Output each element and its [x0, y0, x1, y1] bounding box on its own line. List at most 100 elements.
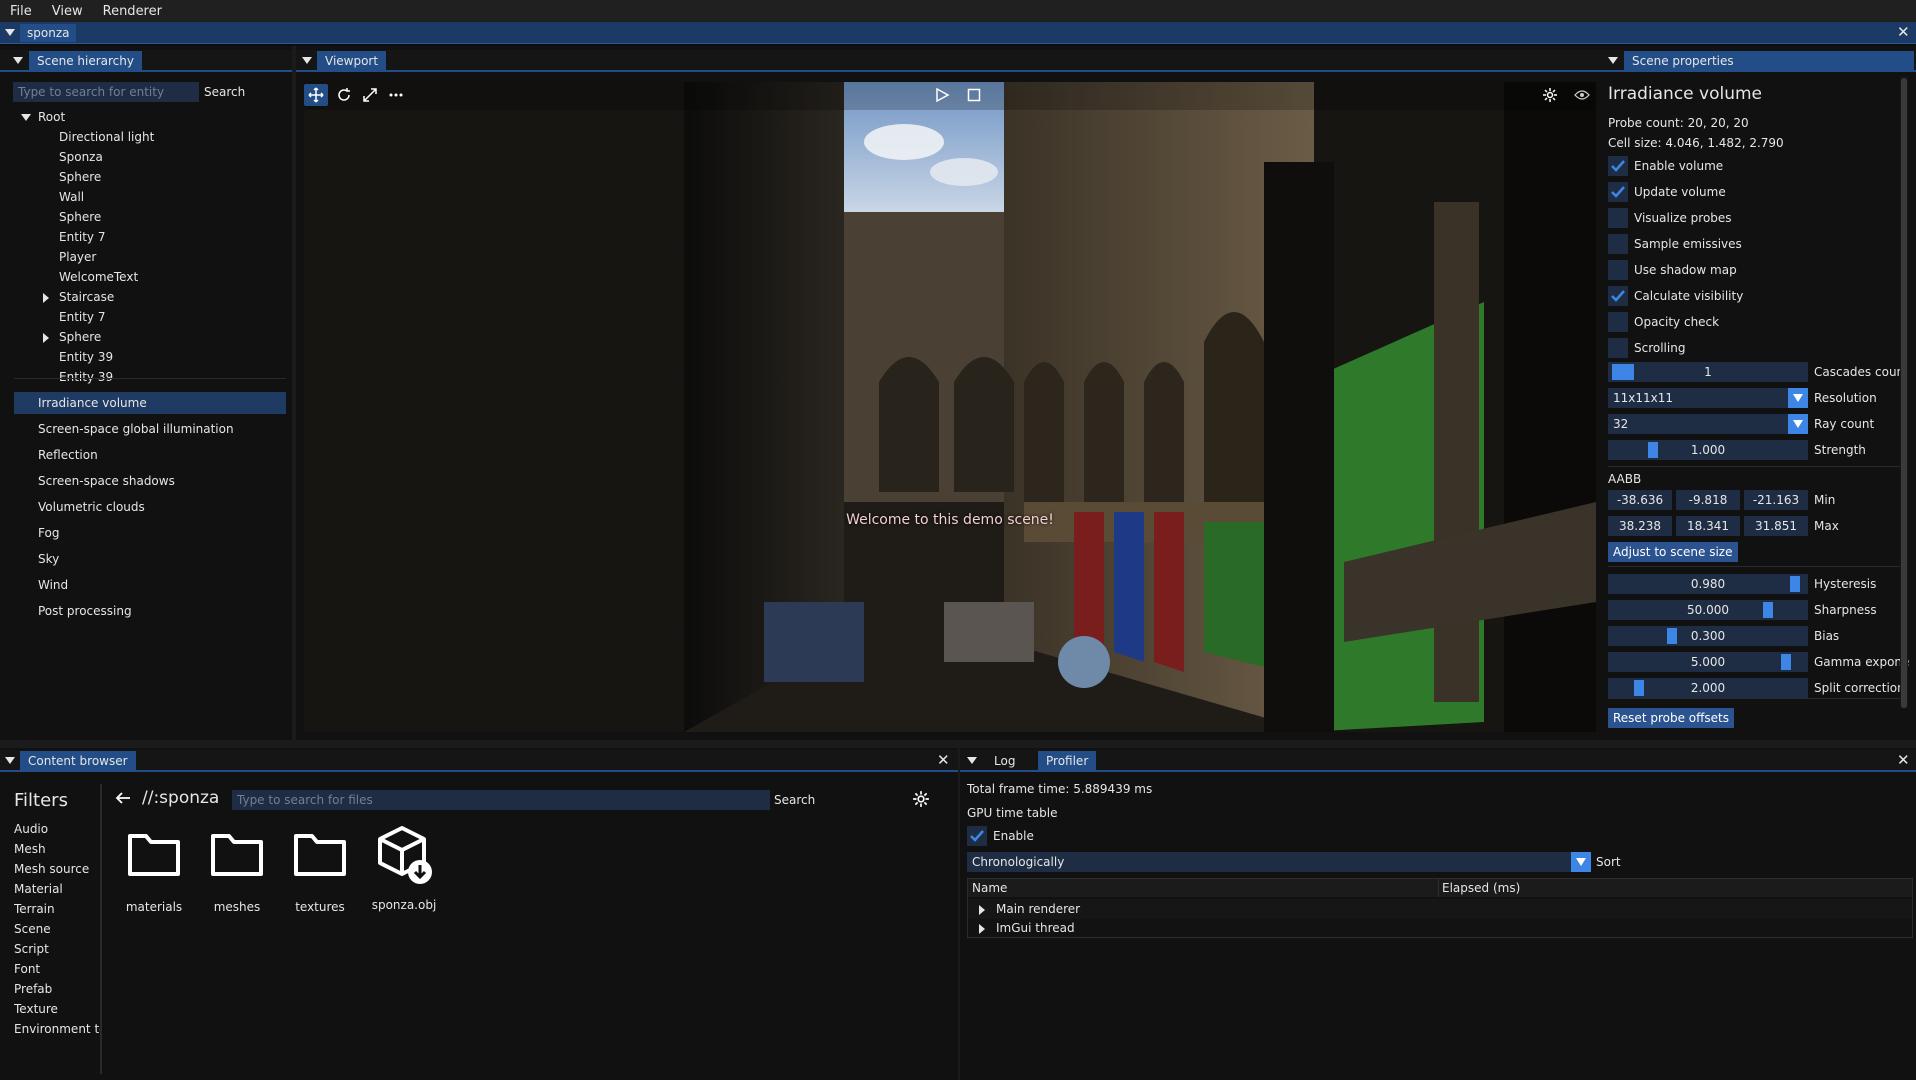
- file-search-button[interactable]: Search: [774, 793, 815, 807]
- entity-search-button[interactable]: Search: [204, 85, 245, 99]
- effect-item[interactable]: Irradiance volume: [14, 392, 286, 414]
- property-slider[interactable]: 5.000: [1608, 652, 1808, 672]
- viewport-settings-button[interactable]: [1538, 84, 1562, 106]
- strength-slider[interactable]: 1.000: [1608, 440, 1808, 460]
- effect-item[interactable]: Screen-space shadows: [14, 470, 286, 492]
- effect-item[interactable]: Volumetric clouds: [14, 496, 286, 518]
- rotate-tool-button[interactable]: [332, 84, 356, 106]
- slider-grab[interactable]: [1648, 442, 1658, 458]
- property-slider[interactable]: 50.000: [1608, 600, 1808, 620]
- collapse-triangle-icon[interactable]: [13, 57, 23, 64]
- table-row[interactable]: ImGui thread: [968, 919, 1912, 937]
- aabb-max-z[interactable]: 31.851: [1744, 516, 1808, 536]
- filter-item[interactable]: Prefab: [14, 982, 100, 996]
- tree-node[interactable]: Entity 39: [59, 370, 113, 384]
- filter-item[interactable]: Texture: [14, 1002, 100, 1016]
- effect-item[interactable]: Reflection: [14, 444, 286, 466]
- tab-content-browser[interactable]: Content browser: [20, 751, 136, 771]
- effect-item[interactable]: Sky: [14, 548, 286, 570]
- property-slider[interactable]: 2.000: [1608, 678, 1808, 698]
- tree-node[interactable]: Entity 39: [59, 350, 113, 364]
- aabb-min-y[interactable]: -9.818: [1676, 490, 1740, 510]
- tree-node[interactable]: Directional light: [59, 130, 154, 144]
- tree-node[interactable]: Sponza: [59, 150, 103, 164]
- tree-node[interactable]: Entity 7: [59, 310, 105, 324]
- filter-item[interactable]: Terrain: [14, 902, 100, 916]
- tab-scene-properties[interactable]: Scene properties: [1624, 51, 1914, 71]
- checkbox[interactable]: [1608, 182, 1628, 202]
- entity-search-input[interactable]: Type to search for entity: [13, 82, 199, 102]
- visibility-button[interactable]: [1570, 84, 1594, 106]
- tab-log[interactable]: Log: [986, 751, 1023, 771]
- slider-grab[interactable]: [1667, 628, 1677, 644]
- resolution-combo[interactable]: 11x11x11: [1608, 388, 1808, 408]
- expand-arrow-icon[interactable]: [979, 905, 985, 915]
- document-tab[interactable]: sponza: [20, 24, 77, 42]
- stop-button[interactable]: [962, 84, 986, 106]
- file-item-textures[interactable]: textures: [280, 828, 360, 914]
- property-slider[interactable]: 0.300: [1608, 626, 1808, 646]
- effect-item[interactable]: Fog: [14, 522, 286, 544]
- close-icon[interactable]: ✕: [1897, 752, 1910, 768]
- sort-combo[interactable]: Chronologically: [967, 852, 1591, 872]
- tree-node[interactable]: Sphere: [59, 330, 101, 344]
- filter-item[interactable]: Script: [14, 942, 100, 956]
- splitter[interactable]: [0, 740, 1916, 748]
- expand-closed-icon[interactable]: [43, 333, 49, 343]
- collapse-triangle-icon[interactable]: [5, 29, 15, 36]
- file-item-materials[interactable]: materials: [114, 828, 194, 914]
- aabb-min-z[interactable]: -21.163: [1744, 490, 1808, 510]
- file-item-sponza-obj[interactable]: sponza.obj: [364, 824, 444, 912]
- filter-item[interactable]: Scene: [14, 922, 100, 936]
- tab-viewport[interactable]: Viewport: [317, 51, 387, 71]
- checkbox[interactable]: [1608, 234, 1628, 254]
- expand-closed-icon[interactable]: [43, 293, 49, 303]
- chevron-down-icon[interactable]: [1571, 852, 1591, 872]
- tree-node[interactable]: WelcomeText: [59, 270, 138, 284]
- menu-renderer[interactable]: Renderer: [103, 4, 162, 19]
- checkbox[interactable]: [1608, 156, 1628, 176]
- tree-node[interactable]: Wall: [59, 190, 84, 204]
- menu-file[interactable]: File: [10, 4, 32, 19]
- filter-item[interactable]: Mesh: [14, 842, 100, 856]
- cascades-slider[interactable]: 1: [1608, 362, 1808, 382]
- checkbox[interactable]: [1608, 286, 1628, 306]
- menu-view[interactable]: View: [52, 4, 83, 19]
- slider-grab[interactable]: [1790, 576, 1800, 592]
- aabb-min-x[interactable]: -38.636: [1608, 490, 1672, 510]
- checkbox[interactable]: [1608, 312, 1628, 332]
- play-button[interactable]: [930, 84, 954, 106]
- table-row[interactable]: Main renderer: [968, 899, 1912, 919]
- file-item-meshes[interactable]: meshes: [197, 828, 277, 914]
- checkbox[interactable]: [1608, 260, 1628, 280]
- tree-node[interactable]: Entity 7: [59, 230, 105, 244]
- tree-node[interactable]: Staircase: [59, 290, 114, 304]
- filter-item[interactable]: Environment tex: [14, 1022, 100, 1036]
- effect-item[interactable]: Wind: [14, 574, 286, 596]
- tree-node[interactable]: Sphere: [59, 170, 101, 184]
- scale-tool-button[interactable]: [358, 84, 382, 106]
- checkbox[interactable]: [1608, 208, 1628, 228]
- slider-grab[interactable]: [1781, 654, 1791, 670]
- effect-item[interactable]: Post processing: [14, 600, 286, 622]
- move-tool-button[interactable]: [304, 84, 328, 106]
- property-slider[interactable]: 0.980: [1608, 574, 1808, 594]
- adjust-to-scene-size-button[interactable]: Adjust to scene size: [1608, 542, 1738, 562]
- expand-open-icon[interactable]: [21, 114, 31, 121]
- scene-render[interactable]: Welcome to this demo scene!: [304, 82, 1596, 732]
- filter-item[interactable]: Mesh source: [14, 862, 100, 876]
- column-elapsed[interactable]: Elapsed (ms): [1442, 881, 1520, 895]
- chevron-down-icon[interactable]: [1788, 388, 1808, 408]
- scrollbar-thumb[interactable]: [1901, 78, 1907, 708]
- filter-item[interactable]: Audio: [14, 822, 100, 836]
- filter-item[interactable]: Font: [14, 962, 100, 976]
- browser-settings-button[interactable]: [912, 790, 930, 808]
- tree-node[interactable]: Root: [38, 110, 65, 124]
- slider-grab[interactable]: [1612, 364, 1634, 380]
- collapse-triangle-icon[interactable]: [967, 757, 977, 764]
- tab-profiler[interactable]: Profiler: [1038, 751, 1097, 771]
- slider-grab[interactable]: [1634, 680, 1644, 696]
- filter-item[interactable]: Material: [14, 882, 100, 896]
- scrollbar[interactable]: [1900, 76, 1908, 708]
- reset-probe-offsets-button[interactable]: Reset probe offsets: [1608, 708, 1734, 728]
